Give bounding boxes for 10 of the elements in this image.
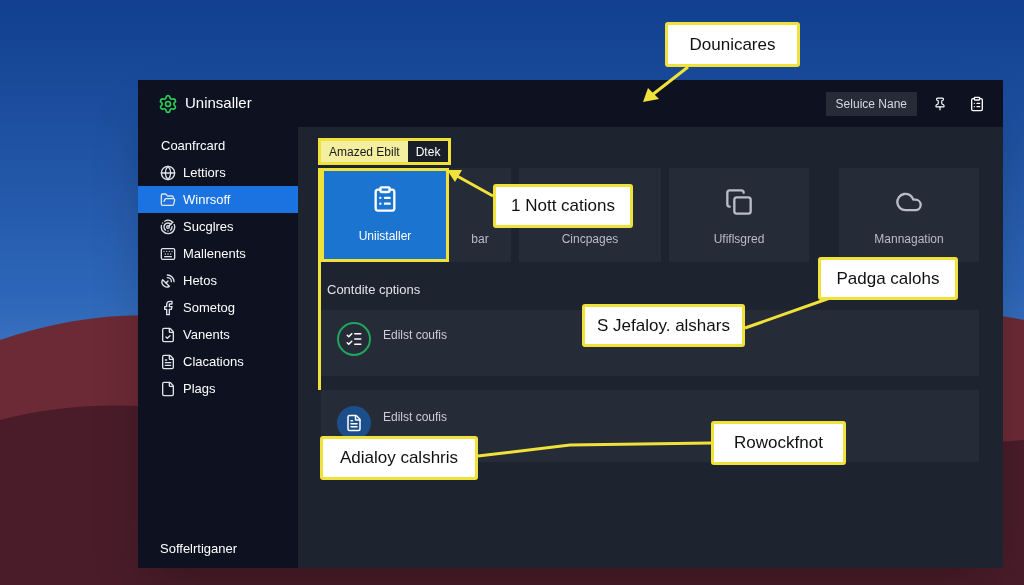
callout-tooltip: Rowockfnot	[711, 421, 846, 465]
sidebar-footer: Soffelrtiganer	[138, 538, 298, 558]
callout-tooltip: S Jefaloy. alshars	[582, 304, 745, 347]
callout-tooltip: 1 Nott cations	[493, 184, 633, 228]
sidebar-heading: Coanfrcard	[160, 136, 227, 155]
callout-tooltip: Adialoy calshris	[320, 436, 478, 480]
callout-tooltip: Padga calohs	[818, 257, 958, 300]
callout-tooltip: Dounicares	[665, 22, 800, 67]
section-title: Contdite cptions	[327, 281, 422, 299]
window-title: Uninsaller	[185, 93, 252, 114]
